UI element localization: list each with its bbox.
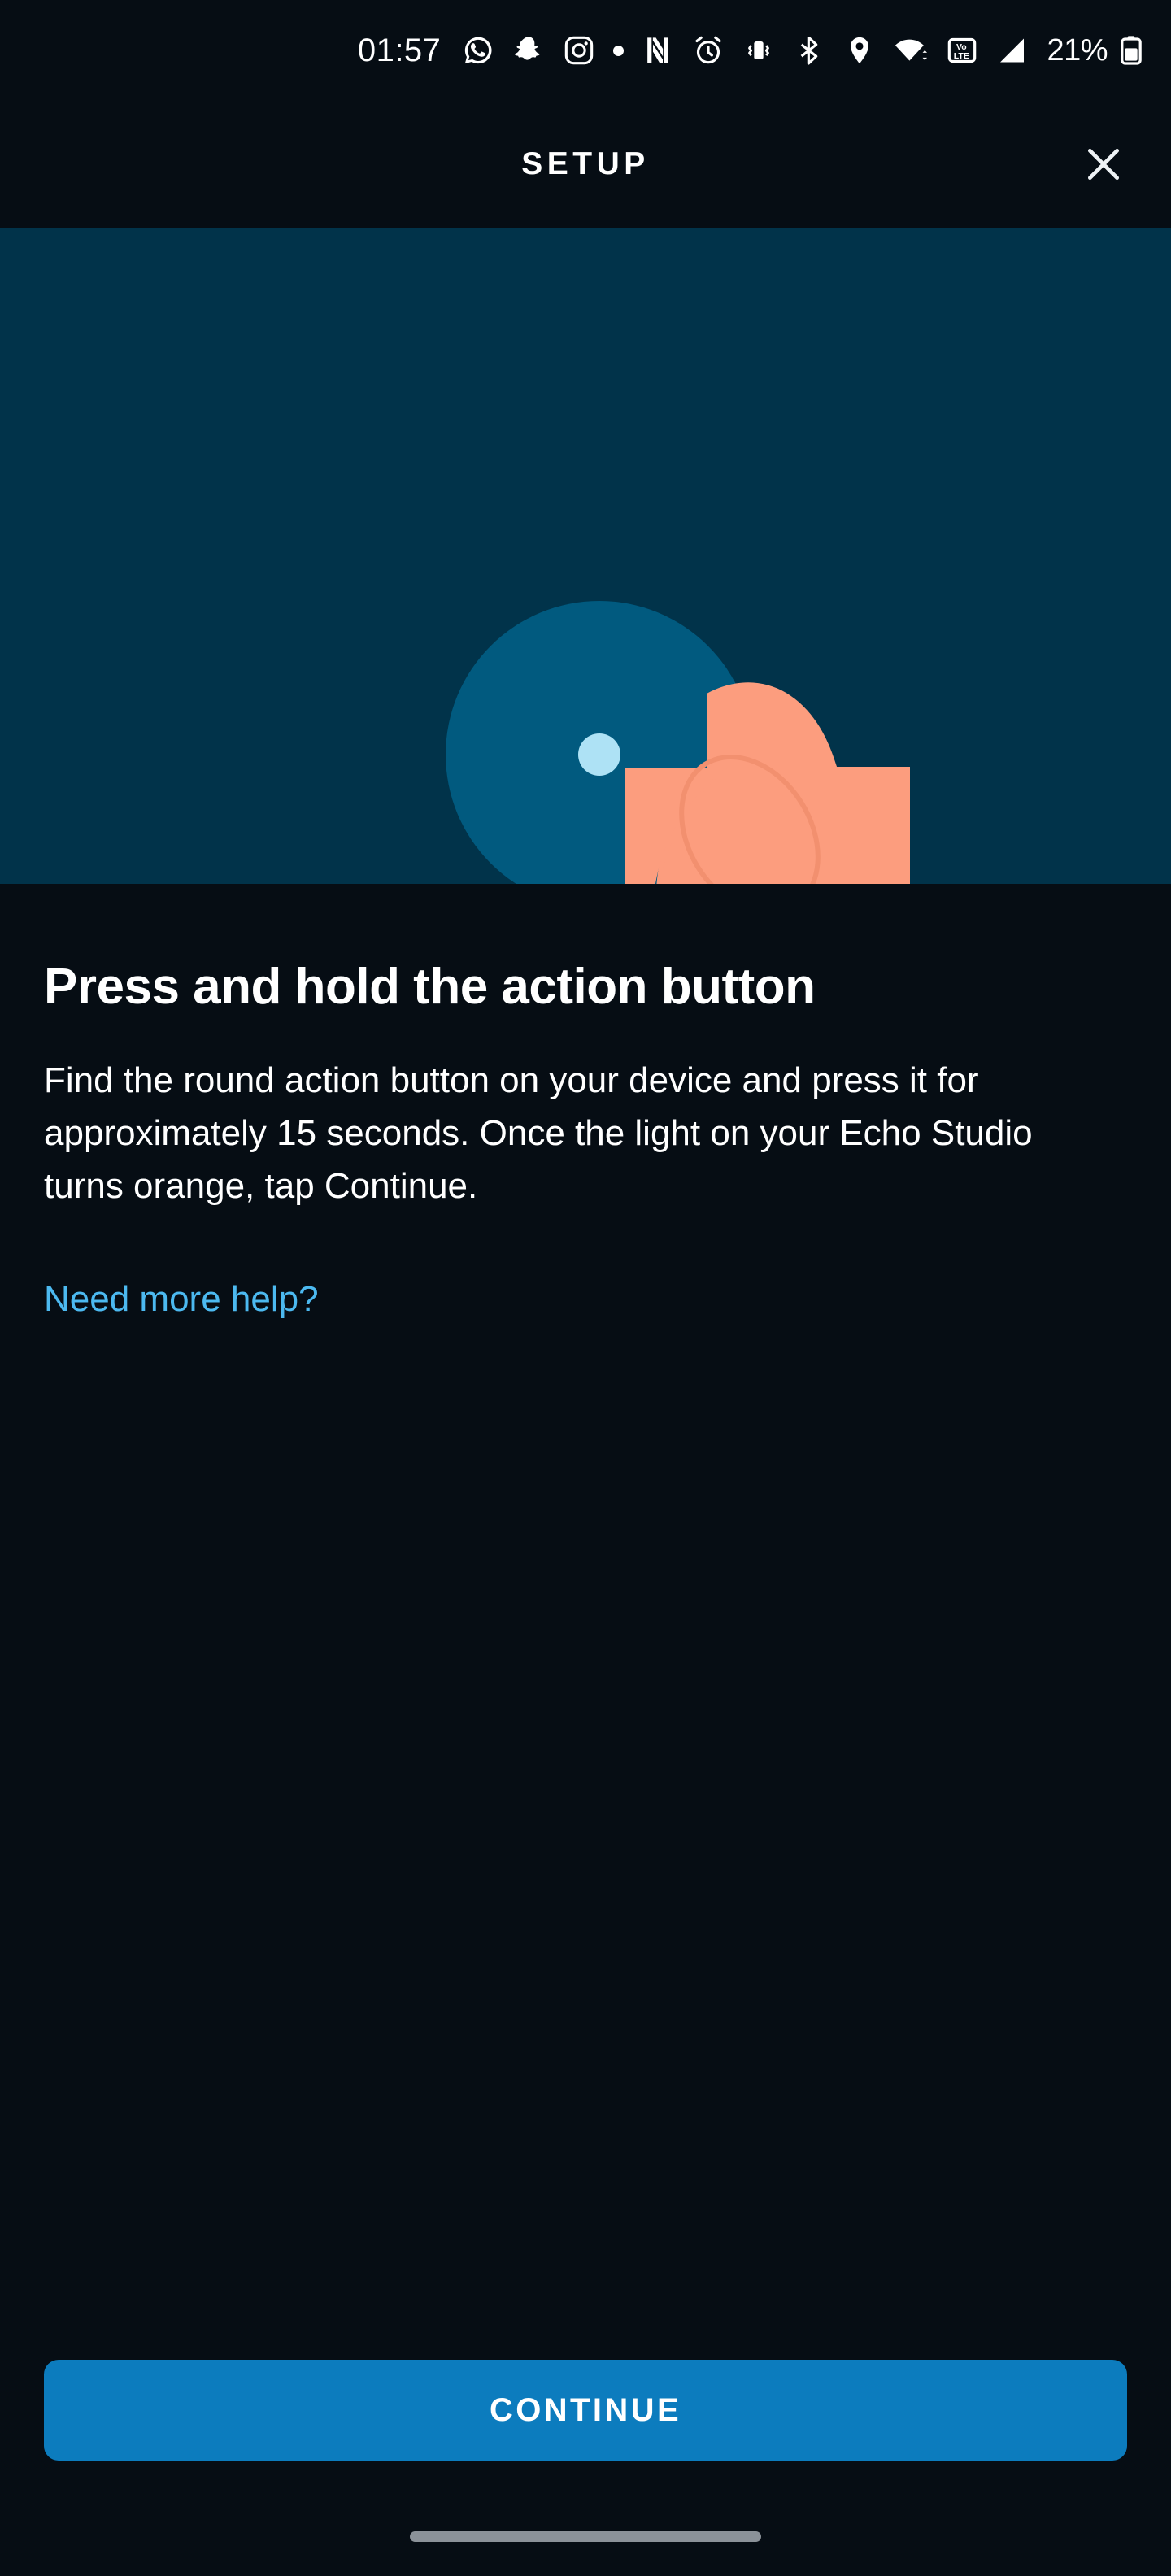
- instruction-body: Find the round action button on your dev…: [44, 1060, 1033, 1206]
- instruction-heading: Press and hold the action button: [44, 959, 816, 1015]
- notification-dot-icon: [613, 45, 625, 56]
- status-bar: 01:57 Vo LTE 21%: [0, 0, 1171, 101]
- whatsapp-icon: [462, 34, 494, 67]
- hero-illustration: [0, 228, 1171, 884]
- setup-header-bar: SETUP: [0, 101, 1171, 228]
- vibrate-icon: [742, 34, 775, 67]
- need-more-help-link[interactable]: Need more help?: [44, 1279, 319, 1320]
- location-icon: [843, 34, 876, 67]
- volte-icon: Vo LTE: [946, 34, 978, 67]
- home-gesture-indicator[interactable]: [410, 2531, 761, 2542]
- close-icon: [1087, 148, 1120, 181]
- led-indicator-dot: [578, 733, 620, 776]
- alarm-icon: [692, 34, 725, 67]
- app-screen: 01:57 Vo LTE 21% SETUP Press and hold th…: [0, 0, 1171, 2576]
- page-title: SETUP: [521, 146, 650, 181]
- svg-text:LTE: LTE: [954, 51, 969, 61]
- instagram-icon: [563, 34, 595, 67]
- snapchat-icon: [512, 34, 545, 67]
- signal-icon: [996, 34, 1029, 67]
- close-button[interactable]: [1072, 133, 1135, 196]
- nfc-icon: [642, 34, 674, 67]
- status-bar-clock: 01:57: [357, 33, 442, 68]
- status-bar-icons: Vo LTE 21%: [462, 34, 1143, 67]
- continue-button[interactable]: CONTINUE: [44, 2360, 1127, 2461]
- bluetooth-icon: [793, 34, 825, 67]
- battery-icon: [1119, 34, 1143, 67]
- main-content: Press and hold the action button Find th…: [0, 884, 1171, 1320]
- wifi-icon: [894, 34, 928, 67]
- battery-percent-label: 21%: [1047, 33, 1108, 67]
- svg-text:Vo: Vo: [956, 42, 967, 52]
- finger-pressing-action-button-graphic: [0, 228, 1171, 884]
